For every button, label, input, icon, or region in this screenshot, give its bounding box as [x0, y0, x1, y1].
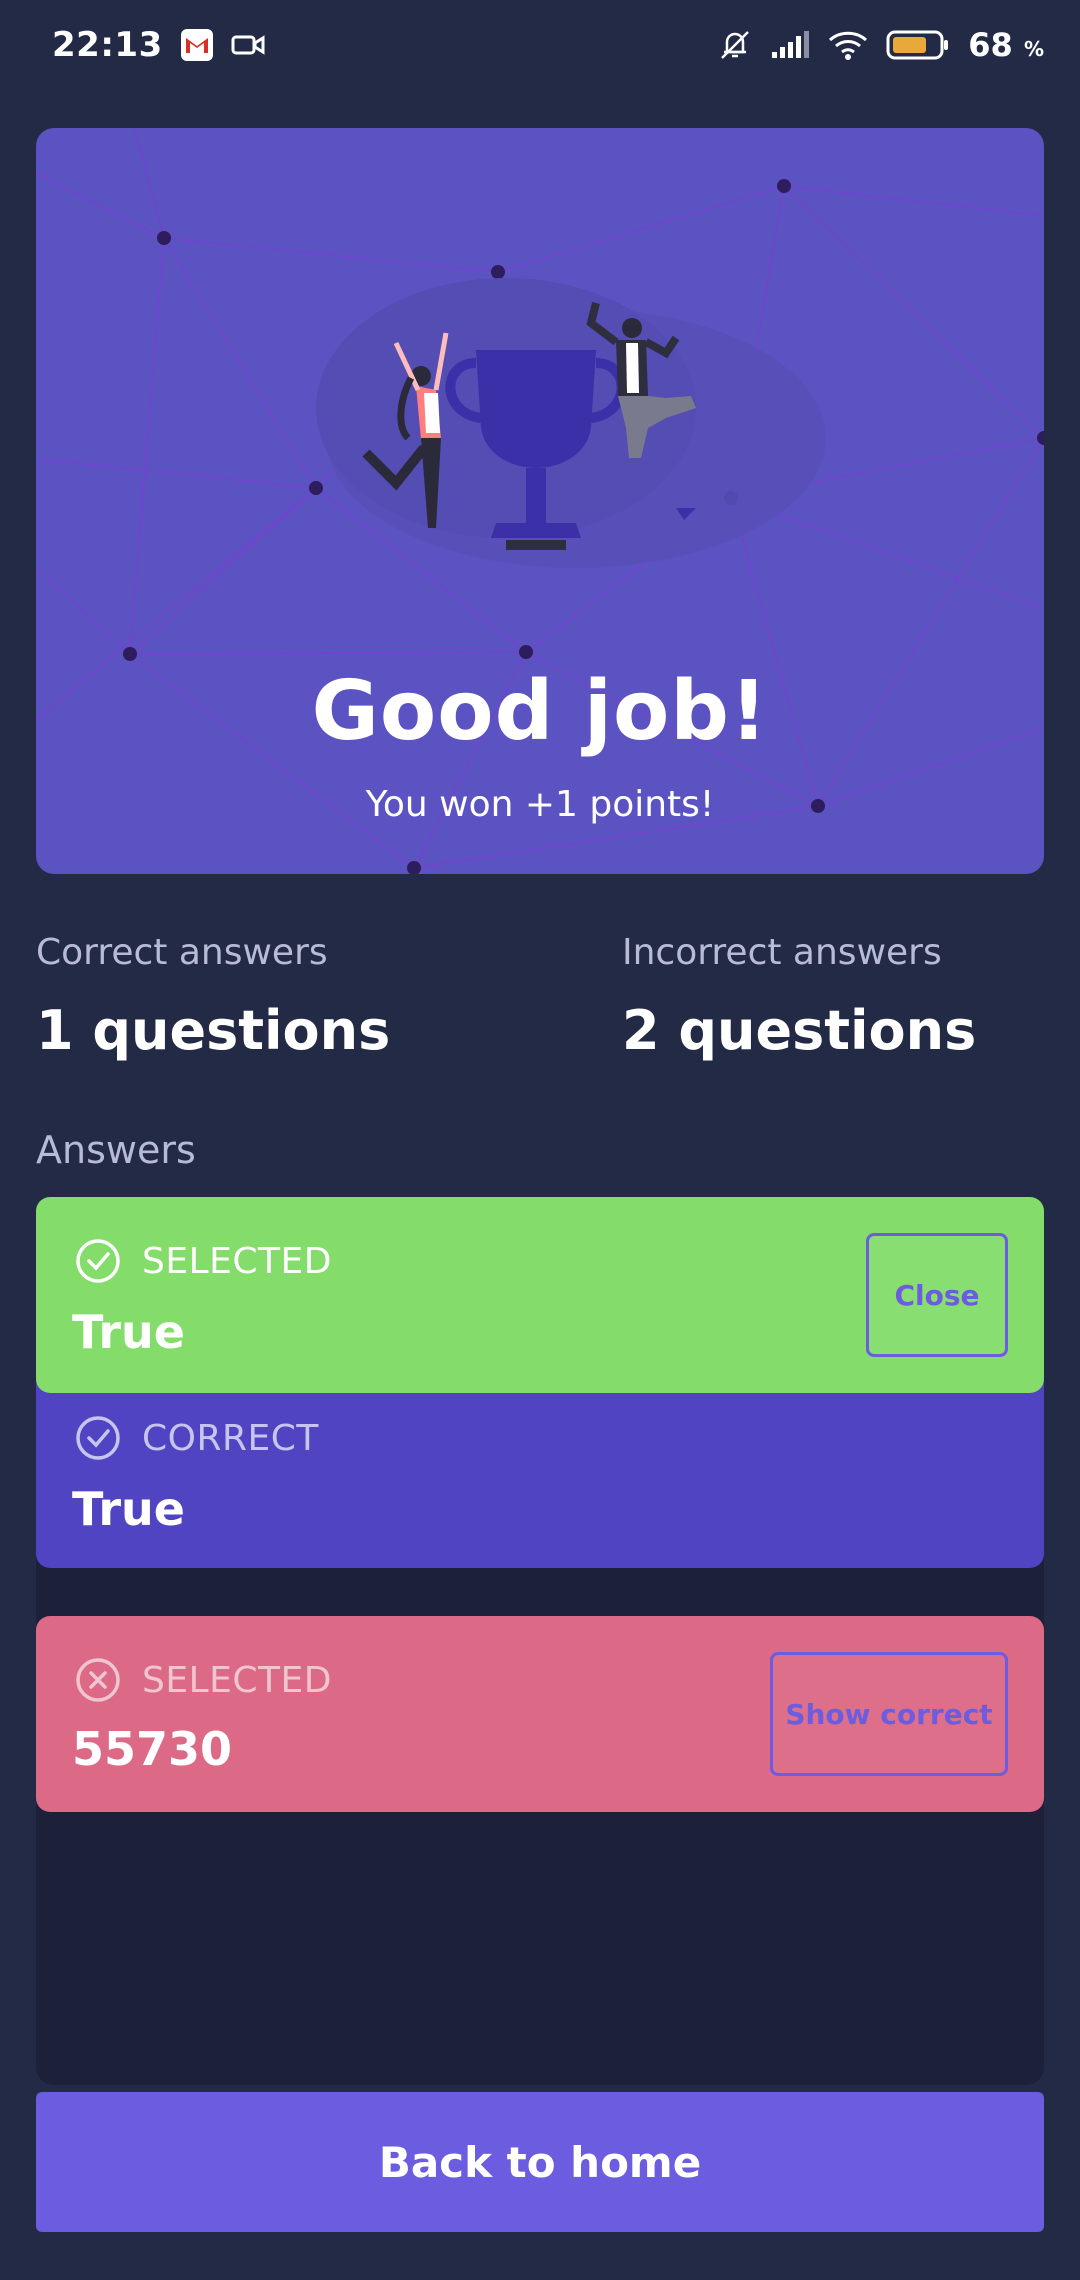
- correct-answers-value: 1 questions: [36, 999, 391, 1062]
- answer-card-selected-incorrect: SELECTED 55730 Show correct: [36, 1616, 1044, 1812]
- battery-icon: [886, 30, 949, 60]
- answer-value: 55730: [72, 1722, 233, 1776]
- network-background: [36, 128, 1044, 874]
- status-right: 68 %: [718, 26, 1044, 64]
- cell-signal-icon: [772, 31, 810, 58]
- status-bar: 22:13 68 %: [0, 0, 1080, 90]
- show-correct-button[interactable]: Show correct: [770, 1652, 1008, 1776]
- battery-percent: 68 %: [968, 26, 1044, 64]
- answer-tag: SELECTED: [142, 1659, 332, 1701]
- wifi-icon: [829, 31, 868, 60]
- answer-value: True: [72, 1482, 185, 1536]
- check-circle-icon: [76, 1239, 120, 1283]
- hero-subtitle: You won +1 points!: [365, 784, 715, 825]
- trophy-celebration-illustration: [316, 278, 826, 568]
- result-hero-card: Good job! You won +1 points!: [36, 128, 1044, 874]
- status-time: 22:13: [52, 25, 163, 65]
- answer-tag: CORRECT: [142, 1417, 319, 1459]
- battery-percent-value: 68: [968, 26, 1013, 64]
- status-left: 22:13: [52, 25, 265, 65]
- answer-tag-row: SELECTED: [74, 1656, 332, 1704]
- incorrect-answers-label: Incorrect answers: [622, 932, 942, 973]
- answer-tag-row: SELECTED: [74, 1237, 332, 1285]
- mute-icon: [721, 31, 750, 59]
- answer-tag: SELECTED: [142, 1240, 332, 1282]
- answer-card-selected-correct: SELECTED True Close: [36, 1197, 1044, 1393]
- answers-heading: Answers: [36, 1128, 196, 1172]
- answer-tag-row: CORRECT: [74, 1414, 319, 1462]
- check-circle-icon: [76, 1416, 120, 1460]
- correct-answers-label: Correct answers: [36, 932, 328, 973]
- close-button[interactable]: Close: [866, 1233, 1008, 1357]
- battery-percent-unit: %: [1023, 37, 1044, 61]
- correct-answers-stat: Correct answers 1 questions: [36, 932, 390, 1062]
- incorrect-answers-stat: Incorrect answers 2 questions: [622, 932, 976, 1062]
- incorrect-answers-value: 2 questions: [622, 999, 977, 1062]
- video-camera-icon: [231, 35, 265, 55]
- gmail-icon: [180, 29, 213, 61]
- hero-title: Good job!: [311, 664, 769, 759]
- answer-value: True: [72, 1305, 185, 1359]
- back-to-home-button[interactable]: Back to home: [36, 2092, 1044, 2232]
- x-circle-icon: [76, 1658, 120, 1702]
